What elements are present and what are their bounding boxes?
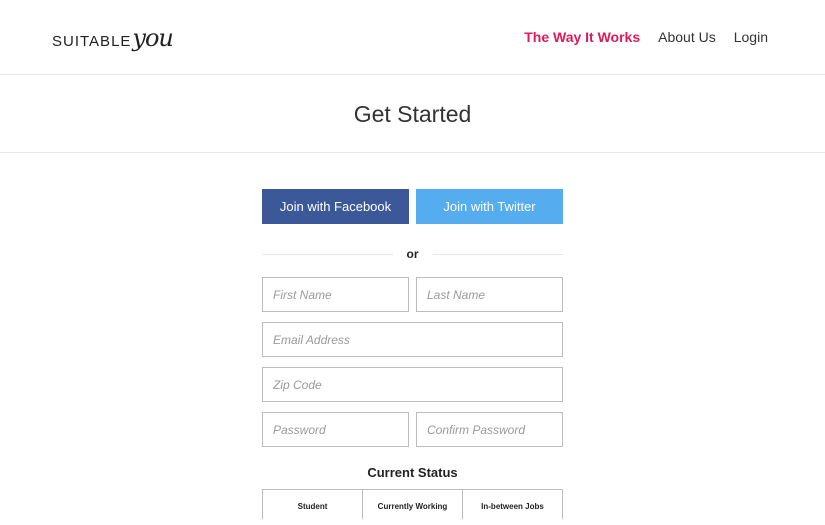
logo-script-text: you [132,24,173,52]
form-fields [262,277,563,447]
join-with-twitter-button[interactable]: Join with Twitter [416,189,563,224]
nav-link-login[interactable]: Login [734,29,768,45]
confirm-password-field[interactable] [416,412,563,447]
status-options: Student Currently Working In-between Job… [262,489,563,519]
nav-link-the-way-it-works[interactable]: The Way It Works [524,29,640,45]
or-divider: or [262,246,563,262]
current-status-title: Current Status [367,465,458,480]
status-option-currently-working[interactable]: Currently Working [363,490,463,519]
email-field[interactable] [262,322,563,357]
status-option-in-between-jobs[interactable]: In-between Jobs [463,490,562,519]
last-name-field[interactable] [416,277,563,312]
zip-code-field[interactable] [262,367,563,402]
title-band: Get Started [0,75,825,153]
or-text: or [406,247,419,261]
logo[interactable]: SUITABLE you [52,24,174,54]
logo-text: SUITABLE [52,33,132,50]
password-field[interactable] [262,412,409,447]
divider-line-right [432,253,563,255]
page-title: Get Started [353,101,472,127]
social-buttons: Join with Facebook Join with Twitter [262,189,563,224]
join-with-facebook-button[interactable]: Join with Facebook [262,189,409,224]
nav-link-about-us[interactable]: About Us [658,29,716,45]
status-option-student[interactable]: Student [263,490,363,519]
main-nav: The Way It Works About Us Login [524,29,768,45]
signup-form: Join with Facebook Join with Twitter or … [262,189,563,519]
divider-line-left [262,253,393,255]
first-name-field[interactable] [262,277,409,312]
site-header: SUITABLE you The Way It Works About Us L… [0,0,825,75]
